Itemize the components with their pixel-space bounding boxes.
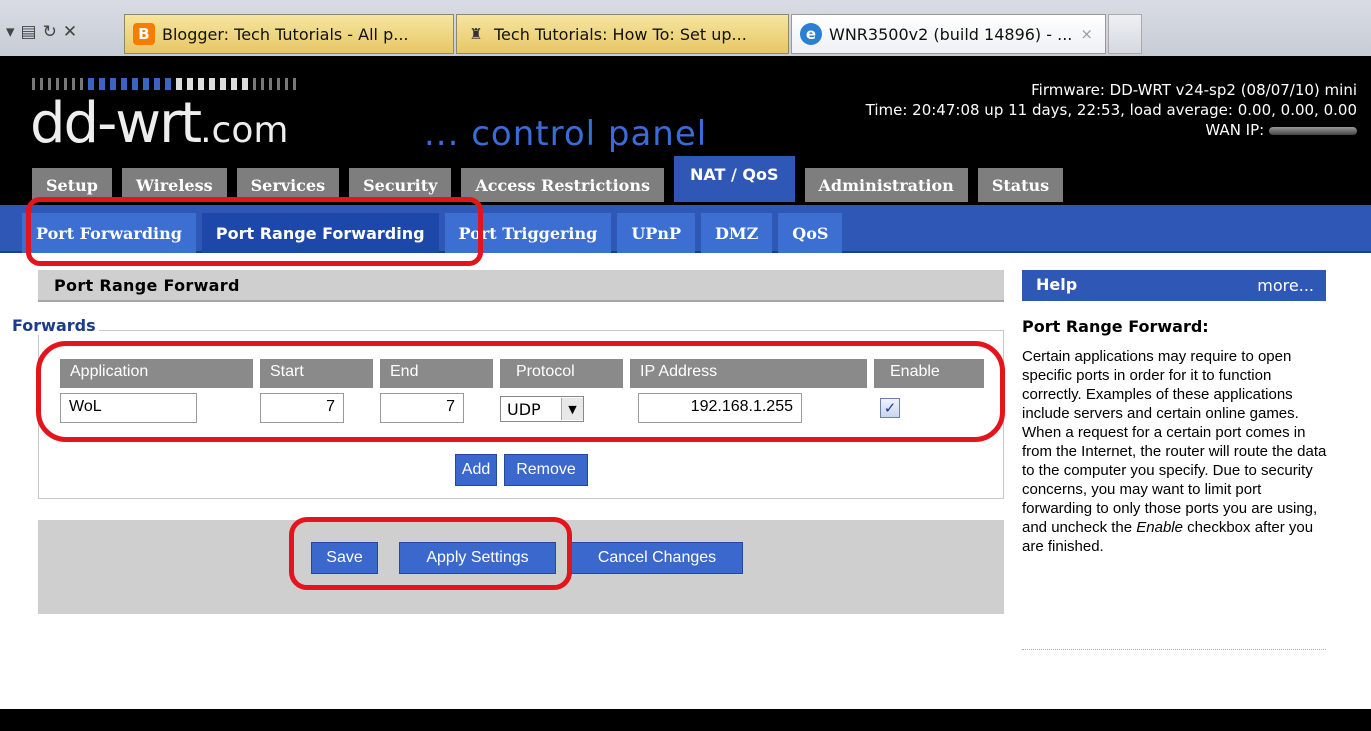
browser-tab-label: Tech Tutorials: How To: Set up... <box>494 24 747 44</box>
ip-address-input[interactable]: 192.168.1.255 <box>638 393 802 423</box>
logo-bars-decoration <box>32 78 296 90</box>
chevron-down-icon[interactable]: ▼ <box>561 398 583 420</box>
column-header-ip-address: IP Address <box>630 359 867 388</box>
help-more-link[interactable]: more... <box>1257 276 1314 295</box>
main-content: Port Range Forward Forwards Application … <box>0 253 1371 731</box>
browser-controls: ▾ ▤ ↻ ✕ <box>6 20 77 44</box>
wan-ip: WAN IP: <box>866 120 1357 140</box>
enable-checkbox[interactable]: ✓ <box>880 398 900 418</box>
close-tab-icon[interactable]: × <box>1080 25 1093 43</box>
tab-nat-qos[interactable]: NAT / QoS <box>673 156 795 202</box>
add-button[interactable]: Add <box>455 454 497 486</box>
tab-wireless[interactable]: Wireless <box>121 168 227 202</box>
sub-nav-band: Port Forwarding Port Range Forwarding Po… <box>0 205 1371 253</box>
window-bottom-frame <box>0 709 1371 731</box>
refresh-icon[interactable]: ↻ <box>43 22 57 42</box>
column-header-start: Start <box>260 359 373 388</box>
ie-icon: e <box>800 23 822 45</box>
main-nav-tabs: Setup Wireless Services Security Access … <box>32 156 1073 202</box>
column-header-application: Application <box>60 359 253 388</box>
firmware-text: Firmware: DD-WRT v24-sp2 (08/07/10) mini <box>1031 81 1357 99</box>
subtab-port-range-forwarding[interactable]: Port Range Forwarding <box>201 213 439 253</box>
application-name-input[interactable]: WoL <box>60 393 197 423</box>
column-header-protocol: Protocol <box>500 359 623 388</box>
stop-icon[interactable]: ✕ <box>63 22 77 42</box>
subtab-port-triggering[interactable]: Port Triggering <box>444 213 612 253</box>
uptime-text: Time: 20:47:08 up 11 days, 22:53, load a… <box>865 101 1357 119</box>
end-port-input[interactable]: 7 <box>380 393 464 423</box>
tech-tutorials-icon: ♜ <box>469 25 483 43</box>
subtab-qos[interactable]: QoS <box>778 213 843 253</box>
subtab-upnp[interactable]: UPnP <box>617 213 695 253</box>
column-header-enable: Enable <box>874 359 984 388</box>
start-port-input[interactable]: 7 <box>260 393 344 423</box>
help-divider <box>1022 649 1326 650</box>
tab-security[interactable]: Security <box>349 168 452 202</box>
forwards-legend: Forwards <box>12 316 99 335</box>
browser-tab-label: WNR3500v2 (build 14896) - ... <box>829 24 1073 44</box>
protocol-value: UDP <box>507 399 541 419</box>
browser-tab-tech-tutorials[interactable]: ♜ Tech Tutorials: How To: Set up... <box>456 14 789 54</box>
new-tab-button[interactable] <box>1108 14 1142 54</box>
save-button[interactable]: Save <box>311 542 378 574</box>
control-panel-title: ... control panel <box>424 114 708 154</box>
tab-access-restrictions[interactable]: Access Restrictions <box>461 168 664 202</box>
subtab-dmz[interactable]: DMZ <box>700 213 773 253</box>
subtab-port-forwarding[interactable]: Port Forwarding <box>22 213 196 253</box>
browser-tab-wnr3500[interactable]: e WNR3500v2 (build 14896) - ... × <box>791 14 1106 54</box>
dropdown-icon[interactable]: ▾ <box>6 22 15 42</box>
tab-services[interactable]: Services <box>236 168 340 202</box>
column-header-end: End <box>380 359 493 388</box>
wan-ip-redacted <box>1269 126 1357 135</box>
tab-status[interactable]: Status <box>977 168 1064 202</box>
tab-administration[interactable]: Administration <box>804 168 968 202</box>
browser-tab-blogger[interactable]: B Blogger: Tech Tutorials - All p... <box>124 14 454 54</box>
system-info: Firmware: DD-WRT v24-sp2 (08/07/10) mini… <box>866 80 1357 140</box>
remove-button[interactable]: Remove <box>504 454 588 486</box>
sub-nav-tabs: Port Forwarding Port Range Forwarding Po… <box>22 213 848 253</box>
compat-view-icon[interactable]: ▤ <box>21 22 37 42</box>
help-header: Help more... <box>1022 270 1326 301</box>
tab-setup[interactable]: Setup <box>32 168 112 202</box>
blogger-icon: B <box>133 23 155 45</box>
help-text: Certain applications may require to open… <box>1022 348 1327 555</box>
browser-tab-label: Blogger: Tech Tutorials - All p... <box>162 24 409 44</box>
section-title: Port Range Forward <box>38 270 1004 302</box>
protocol-select[interactable]: UDP ▼ <box>500 396 584 422</box>
cancel-changes-button[interactable]: Cancel Changes <box>571 542 743 574</box>
help-title: Port Range Forward: <box>1022 317 1209 336</box>
apply-settings-button[interactable]: Apply Settings <box>399 542 556 574</box>
browser-tab-bar: ▾ ▤ ↻ ✕ B Blogger: Tech Tutorials - All … <box>0 0 1371 56</box>
ddwrt-logo: dd-wrt.com <box>30 91 289 156</box>
